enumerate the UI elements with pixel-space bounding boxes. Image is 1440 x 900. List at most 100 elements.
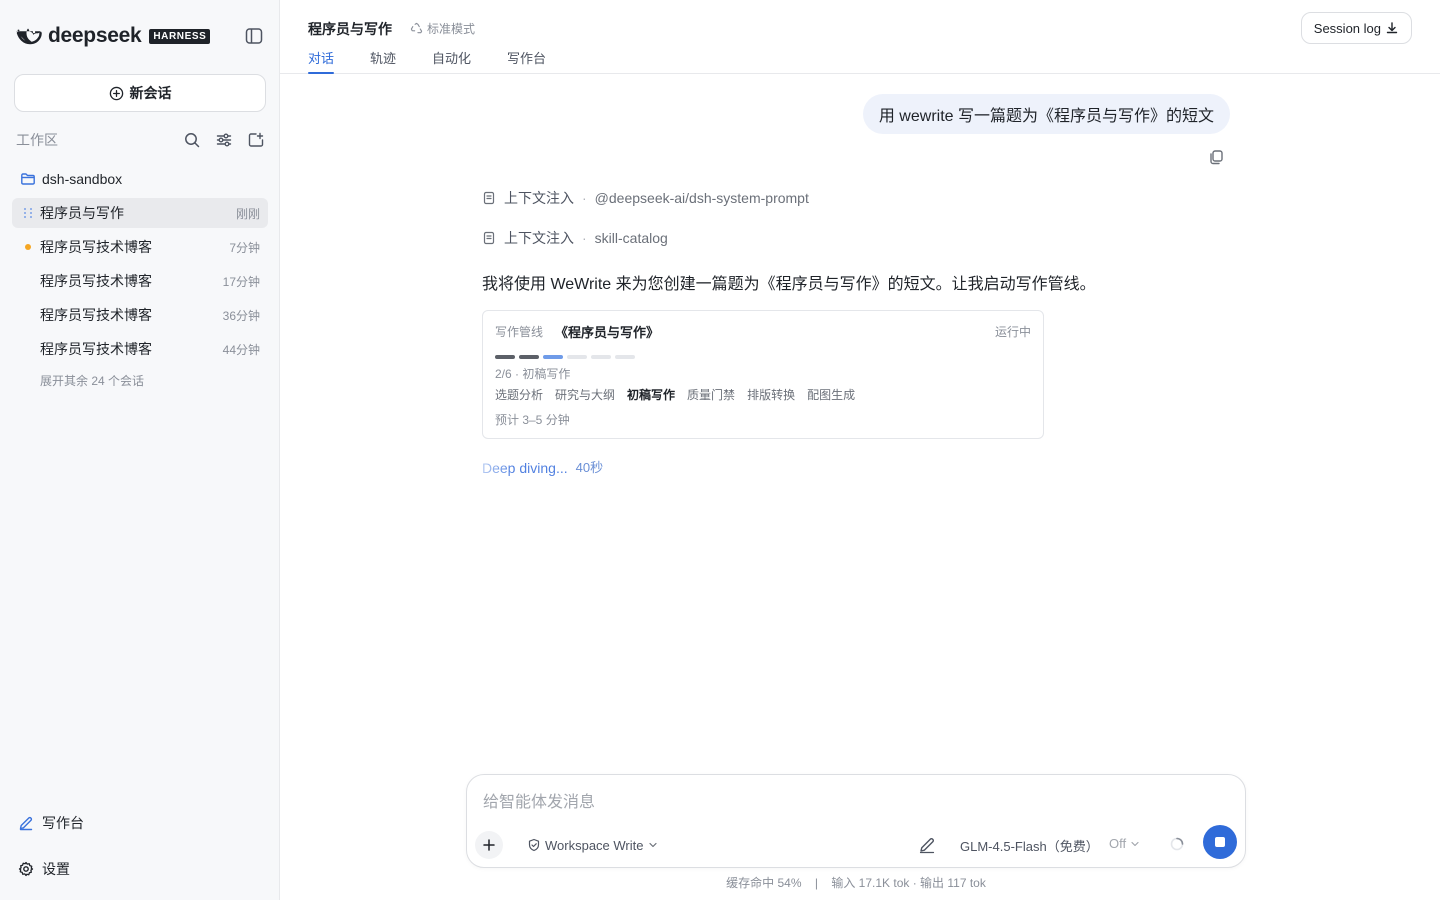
context-value: skill-catalog (594, 230, 668, 246)
session-item[interactable]: 程序员写技术博客 44分钟 (12, 334, 268, 364)
permission-label: Workspace Write (545, 837, 644, 853)
pipeline-segment (591, 355, 611, 359)
pipeline-step: 选题分析 (495, 388, 544, 402)
download-icon (1386, 22, 1398, 34)
session-title: 程序员与写作 (40, 205, 124, 221)
filter-sliders-icon[interactable] (214, 130, 234, 150)
session-item[interactable]: 程序员写技术博客 17分钟 (12, 266, 268, 296)
context-label: 上下文注入 (504, 230, 574, 246)
session-title: 程序员写技术博客 (40, 273, 152, 289)
brand-name: deepseek (48, 24, 142, 47)
context-label: 上下文注入 (504, 190, 574, 206)
permission-dropdown[interactable]: Workspace Write (527, 836, 662, 854)
pipeline-step: 初稿写作 (627, 388, 676, 402)
session-item[interactable]: 程序员写技术博客 7分钟 (12, 232, 268, 262)
thinking-elapsed: 40秒 (575, 460, 604, 475)
workspace-label: 工作区 (16, 132, 58, 148)
thinking-indicator[interactable]: Deep diving... 40秒 (482, 460, 603, 476)
session-time: 17分钟 (222, 274, 260, 289)
writing-pipeline-card[interactable]: 写作管线 《程序员与写作》 运行中 2/6 · 初稿写作 选题分析 研究与大纲 … (482, 310, 1044, 439)
tab-automation[interactable]: 自动化 (432, 48, 471, 74)
pipeline-eta: 预计 3–5 分钟 (495, 413, 570, 427)
folder-icon (21, 173, 35, 185)
chevron-down-icon (648, 842, 657, 848)
recycle-icon (410, 22, 423, 34)
sidebar-item-writing-desk[interactable]: 写作台 (18, 812, 84, 834)
session-title: 程序员写技术博客 (40, 239, 152, 255)
stop-generation-button[interactable] (1203, 825, 1237, 859)
pipeline-segment (495, 355, 515, 359)
message-input[interactable] (483, 791, 1223, 815)
tab-writing-desk[interactable]: 写作台 (507, 48, 546, 74)
plus-circle-icon (109, 86, 123, 100)
tab-bar: 对话 轨迹 自动化 写作台 (308, 48, 582, 74)
sidebar-toggle-icon[interactable] (244, 26, 264, 46)
brand[interactable]: deepseek HARNESS (16, 24, 211, 48)
mode-badge[interactable]: 标准模式 (410, 20, 475, 37)
expand-sessions-link[interactable]: 展开其余 24 个会话 (40, 372, 144, 389)
session-title: 程序员写技术博客 (40, 341, 152, 357)
sidebar-item-settings[interactable]: 设置 (18, 858, 70, 880)
pipeline-segment (615, 355, 635, 359)
workspace-header: 工作区 (16, 130, 266, 150)
composer: Workspace Write GLM-4.5-Flash（免费） Off (466, 774, 1246, 868)
new-chat-button[interactable]: 新会话 (14, 74, 266, 112)
pipeline-segment (519, 355, 539, 359)
sidebar: deepseek HARNESS 新会话 工作区 dsh-sandbox 程序员… (0, 0, 280, 900)
new-chat-label: 新会话 (129, 85, 172, 101)
session-time: 44分钟 (222, 342, 260, 357)
page-title: 程序员与写作 (308, 21, 392, 37)
thinking-toggle[interactable]: Off (1109, 836, 1140, 851)
stats-separator: | (814, 876, 818, 890)
context-separator: · (582, 190, 587, 206)
pipeline-step: 配图生成 (807, 388, 856, 402)
settings-label: 设置 (42, 861, 70, 877)
pipeline-status: 运行中 (994, 325, 1031, 339)
mode-label: 标准模式 (427, 22, 476, 36)
context-injection-item[interactable]: 上下文注入 · @deepseek-ai/dsh-system-prompt (482, 188, 809, 208)
status-dot-icon (25, 244, 31, 250)
session-time: 36分钟 (222, 308, 260, 323)
pipeline-step: 研究与大纲 (555, 388, 616, 402)
session-time: 刚刚 (235, 206, 260, 221)
pipeline-steps: 选题分析 研究与大纲 初稿写作 质量门禁 排版转换 配图生成 (495, 386, 867, 403)
session-time: 7分钟 (229, 240, 260, 255)
copy-icon[interactable] (1207, 148, 1225, 166)
pen-icon (19, 816, 33, 831)
writing-desk-label: 写作台 (42, 815, 84, 831)
edit-pen-icon[interactable] (917, 835, 937, 855)
new-folder-icon[interactable] (246, 130, 266, 150)
session-log-button[interactable]: Session log (1300, 12, 1412, 44)
folder-name: dsh-sandbox (42, 171, 123, 187)
chevron-down-icon (1131, 841, 1139, 846)
token-usage-stat: 输入 17.1K tok · 输出 117 tok (831, 876, 986, 890)
pipeline-title: 《程序员与写作》 (555, 325, 660, 340)
context-injection-item[interactable]: 上下文注入 · skill-catalog (482, 228, 668, 248)
cache-hit-stat: 缓存命中 54% (726, 876, 802, 890)
pipeline-step: 质量门禁 (687, 388, 736, 402)
document-icon (483, 231, 495, 245)
thinking-toggle-label: Off (1109, 836, 1127, 851)
session-log-label: Session log (1313, 20, 1381, 36)
session-item[interactable]: 程序员与写作 刚刚 (12, 198, 268, 228)
pipeline-progress-bars (495, 355, 635, 359)
loading-spinner-icon (1170, 837, 1184, 851)
token-stats: 缓存命中 54% | 输入 17.1K tok · 输出 117 tok (466, 874, 1246, 891)
attach-button[interactable] (475, 831, 503, 859)
assistant-message: 我将使用 WeWrite 来为您创建一篇题为《程序员与写作》的短文。让我启动写作… (482, 276, 1096, 293)
workspace-folder[interactable]: dsh-sandbox (20, 169, 122, 189)
session-item[interactable]: 程序员写技术博客 36分钟 (12, 300, 268, 330)
search-icon[interactable] (182, 130, 202, 150)
user-message-bubble: 用 wewrite 写一篇题为《程序员与写作》的短文 (862, 94, 1230, 134)
pipeline-segment (543, 355, 563, 359)
shield-check-icon (528, 838, 540, 852)
model-selector[interactable]: GLM-4.5-Flash（免费） (960, 836, 1099, 855)
tab-trace[interactable]: 轨迹 (370, 48, 396, 74)
pipeline-segment (567, 355, 587, 359)
pipeline-step: 排版转换 (747, 388, 796, 402)
running-dots-icon (24, 208, 32, 218)
pipeline-progress-text: 2/6 · 初稿写作 (495, 367, 571, 381)
tab-chat[interactable]: 对话 (308, 48, 335, 74)
plus-icon (483, 839, 495, 851)
whale-logo-icon (16, 28, 42, 45)
